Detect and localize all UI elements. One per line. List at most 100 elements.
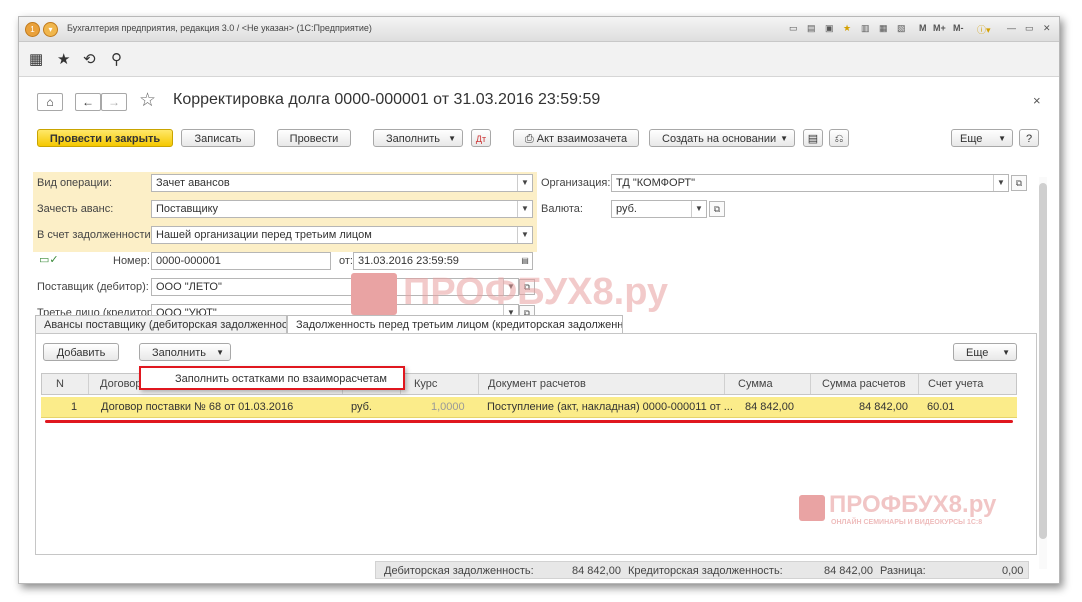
column-contract[interactable]: Договор [100, 378, 142, 390]
tab-third-party-debt[interactable]: Задолженность перед третьим лицом (креди… [287, 315, 623, 334]
date-value: 31.03.2016 23:59:59 [358, 255, 459, 267]
cell-rate: 1,0000 [431, 401, 465, 413]
chevron-down-icon: ▼ [1002, 348, 1010, 357]
chevron-down-icon[interactable]: ▼ [517, 201, 532, 217]
debt-label: В счет задолженности: [37, 229, 154, 241]
page-title: Корректировка долга 0000-000001 от 31.03… [173, 91, 601, 108]
cell-currency: руб. [351, 401, 372, 413]
open-link-icon[interactable]: ⧉ [709, 201, 725, 217]
org-value: ТД "КОМФОРТ" [616, 177, 696, 189]
favorite-icon[interactable]: ★ [843, 23, 851, 34]
app-menu-icon[interactable]: ▾ [43, 22, 58, 37]
history-icon[interactable]: ▥ [861, 23, 870, 34]
credit-value: 84 842,00 [824, 565, 873, 577]
cell-account: 60.01 [927, 401, 955, 413]
app-logo-icon[interactable]: 1 [25, 22, 40, 37]
chevron-down-icon: ▼ [216, 348, 224, 357]
save-icon[interactable]: ▭ [789, 23, 798, 34]
calendar-icon[interactable]: ▤ [518, 253, 532, 269]
chevron-down-icon[interactable]: ▼ [691, 201, 706, 217]
close-window-icon[interactable]: ✕ [1043, 23, 1051, 34]
column-document[interactable]: Документ расчетов [488, 378, 586, 390]
window-titlebar: 1 ▾ Бухгалтерия предприятия, редакция 3.… [19, 17, 1059, 42]
column-rate[interactable]: Курс [414, 378, 437, 390]
open-link-icon[interactable]: ⧉ [1011, 175, 1027, 191]
chevron-down-icon[interactable]: ▼ [517, 175, 532, 191]
table-row[interactable]: 1 Договор поставки № 68 от 01.03.2016 ру… [41, 397, 1017, 418]
chevron-down-icon: ▼ [448, 134, 456, 143]
table-fill-button[interactable]: Заполнить ▼ [139, 343, 231, 361]
post-and-close-button[interactable]: Провести и закрыть [37, 129, 173, 147]
org-field[interactable]: ТД "КОМФОРТ" ▼ [611, 174, 1009, 192]
memory-button[interactable]: M [919, 23, 927, 33]
operation-field[interactable]: Зачет авансов ▼ [151, 174, 533, 192]
chevron-down-icon: ▼ [780, 134, 788, 143]
print-icon[interactable]: ▤ [807, 23, 816, 34]
fill-dropdown-menu: Заполнить остатками по взаиморасчетам [139, 366, 405, 390]
preview-icon[interactable]: ▣ [825, 23, 834, 34]
number-value: 0000-000001 [156, 255, 221, 267]
sections-grid-icon[interactable]: ▦ [29, 50, 43, 68]
offset-field[interactable]: Поставщику ▼ [151, 200, 533, 218]
fill-button-label: Заполнить [386, 133, 441, 145]
diff-label: Разница: [880, 565, 926, 577]
posted-status-icon: ▭✓ [39, 254, 59, 266]
table-more-label: Еще [966, 347, 989, 359]
cell-sum: 84 842,00 [745, 401, 794, 413]
chevron-down-icon[interactable]: ▼ [993, 175, 1008, 191]
print-icon: ⎙ [524, 133, 537, 145]
debt-field[interactable]: Нашей организации перед третьим лицом ▼ [151, 226, 533, 244]
add-row-button[interactable]: Добавить [43, 343, 119, 361]
watermark-text: ПРОФБУХ8.ру [403, 271, 669, 313]
cell-contract: Договор поставки № 68 от 01.03.2016 [101, 401, 294, 413]
more-button[interactable]: Еще ▼ [951, 129, 1013, 147]
calculator-icon[interactable]: ▧ [897, 23, 906, 34]
close-icon[interactable]: × [1033, 93, 1041, 108]
column-n[interactable]: N [56, 378, 64, 390]
column-account[interactable]: Счет учета [928, 378, 983, 390]
back-button[interactable]: ← [75, 93, 101, 111]
favorites-star-icon[interactable]: ★ [57, 50, 70, 68]
forward-button[interactable]: → [101, 93, 127, 111]
date-field[interactable]: 31.03.2016 23:59:59 ▤ [353, 252, 533, 270]
currency-field[interactable]: руб. ▼ [611, 200, 707, 218]
column-settlement-sum[interactable]: Сумма расчетов [822, 378, 906, 390]
vertical-scrollbar[interactable] [1039, 177, 1047, 569]
restore-icon[interactable]: ▭ [1025, 23, 1034, 34]
cell-n: 1 [71, 401, 78, 413]
dt-kt-icon[interactable]: Дт [471, 129, 491, 147]
watermark-logo-icon [799, 495, 825, 521]
operation-label: Вид операции: [37, 177, 113, 189]
post-button[interactable]: Провести [277, 129, 351, 147]
info-icon[interactable]: ⓘ▾ [977, 23, 991, 36]
minimize-icon[interactable]: — [1007, 23, 1016, 33]
search-icon[interactable]: ⚲ [111, 50, 122, 68]
credit-label: Кредиторская задолженность: [628, 565, 783, 577]
fill-by-balances-menu-item[interactable]: Заполнить остатками по взаиморасчетам [175, 373, 387, 385]
table-more-button[interactable]: Еще ▼ [953, 343, 1017, 361]
debit-value: 84 842,00 [572, 565, 621, 577]
write-button[interactable]: Записать [181, 129, 255, 147]
help-button[interactable]: ? [1019, 129, 1039, 147]
supplier-label: Поставщик (дебитор): [37, 281, 149, 293]
cell-document: Поступление (акт, накладная) 0000-000011… [487, 401, 733, 413]
number-field[interactable]: 0000-000001 [151, 252, 331, 270]
attachment-icon[interactable]: ⎌ [829, 129, 849, 147]
act-button[interactable]: ⎙ Акт взаимозачета [513, 129, 639, 147]
tab-advances[interactable]: Авансы поставщику (дебиторская задолженн… [35, 315, 287, 333]
window-title: Бухгалтерия предприятия, редакция 3.0 / … [67, 23, 372, 33]
more-button-label: Еще [960, 133, 983, 145]
operation-value: Зачет авансов [156, 177, 230, 189]
scrollbar-thumb[interactable] [1039, 183, 1047, 539]
fill-button[interactable]: Заполнить ▼ [373, 129, 463, 147]
favorite-star-icon[interactable]: ☆ [139, 89, 156, 112]
column-sum[interactable]: Сумма [738, 378, 773, 390]
report-icon[interactable]: ▤ [803, 129, 823, 147]
memory-minus-button[interactable]: M- [953, 23, 964, 33]
home-button[interactable]: ⌂ [37, 93, 63, 111]
memory-plus-button[interactable]: M+ [933, 23, 946, 33]
create-based-button[interactable]: Создать на основании ▼ [649, 129, 795, 147]
history-clock-icon[interactable]: ⟲ [83, 50, 96, 68]
calendar-icon[interactable]: ▦ [879, 23, 888, 34]
chevron-down-icon[interactable]: ▼ [517, 227, 532, 243]
